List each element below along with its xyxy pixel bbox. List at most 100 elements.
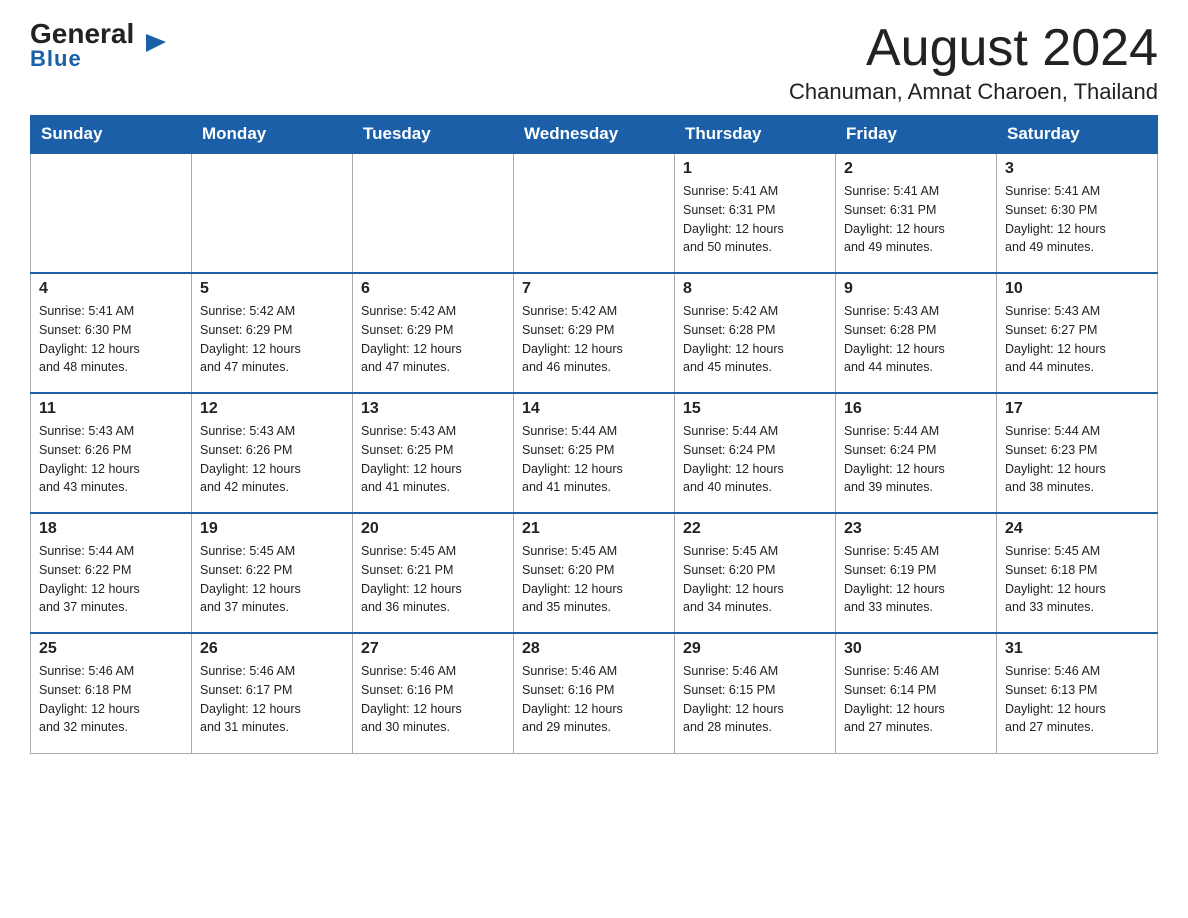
day-info: Sunrise: 5:42 AMSunset: 6:29 PMDaylight:… [361, 302, 505, 377]
calendar-cell [192, 153, 353, 273]
calendar-cell: 25Sunrise: 5:46 AMSunset: 6:18 PMDayligh… [31, 633, 192, 753]
day-info: Sunrise: 5:43 AMSunset: 6:26 PMDaylight:… [200, 422, 344, 497]
calendar-cell: 9 Sunrise: 5:43 AMSunset: 6:28 PMDaylight… [836, 273, 997, 393]
day-info: Sunrise: 5:45 AMSunset: 6:18 PMDaylight:… [1005, 542, 1149, 617]
day-info: Sunrise: 5:46 AMSunset: 6:17 PMDaylight:… [200, 662, 344, 737]
day-number: 22 [683, 520, 827, 538]
col-header-monday: Monday [192, 116, 353, 154]
calendar-cell: 22 Sunrise: 5:45 AMSunset: 6:20 PMDayligh… [675, 513, 836, 633]
day-number: 4 [39, 280, 183, 298]
day-info: Sunrise: 5:46 AMSunset: 6:16 PMDaylight:… [361, 662, 505, 737]
calendar-cell: 18 Sunrise: 5:44 AMSunset: 6:22 PMDayligh… [31, 513, 192, 633]
day-number: 13 [361, 400, 505, 418]
day-info: Sunrise: 5:44 AMSunset: 6:22 PMDaylight:… [39, 542, 183, 617]
day-info: Sunrise: 5:45 AMSunset: 6:21 PMDaylight:… [361, 542, 505, 617]
week-row-3: 11 Sunrise: 5:43 AMSunset: 6:26 PMDayligh… [31, 393, 1158, 513]
col-header-saturday: Saturday [997, 116, 1158, 154]
day-info: Sunrise: 5:43 AMSunset: 6:28 PMDaylight:… [844, 302, 988, 377]
day-number: 2 [844, 160, 988, 178]
day-info: Sunrise: 5:45 AMSunset: 6:19 PMDaylight:… [844, 542, 988, 617]
calendar-cell: 28Sunrise: 5:46 AMSunset: 6:16 PMDayligh… [514, 633, 675, 753]
day-info: Sunrise: 5:44 AMSunset: 6:25 PMDaylight:… [522, 422, 666, 497]
month-title: August 2024 [789, 20, 1158, 77]
calendar-cell: 15 Sunrise: 5:44 AMSunset: 6:24 PMDayligh… [675, 393, 836, 513]
day-number: 30 [844, 640, 988, 658]
calendar-cell: 3 Sunrise: 5:41 AMSunset: 6:30 PMDaylight… [997, 153, 1158, 273]
calendar-cell [353, 153, 514, 273]
day-number: 16 [844, 400, 988, 418]
day-number: 17 [1005, 400, 1149, 418]
calendar-header-row: SundayMondayTuesdayWednesdayThursdayFrid… [31, 116, 1158, 154]
calendar-cell: 30 Sunrise: 5:46 AMSunset: 6:14 PMDayligh… [836, 633, 997, 753]
calendar-cell: 26 Sunrise: 5:46 AMSunset: 6:17 PMDayligh… [192, 633, 353, 753]
day-info: Sunrise: 5:44 AMSunset: 6:24 PMDaylight:… [683, 422, 827, 497]
day-number: 21 [522, 520, 666, 538]
day-number: 31 [1005, 640, 1149, 658]
day-number: 14 [522, 400, 666, 418]
col-header-wednesday: Wednesday [514, 116, 675, 154]
day-number: 11 [39, 400, 183, 418]
day-info: Sunrise: 5:43 AMSunset: 6:26 PMDaylight:… [39, 422, 183, 497]
calendar-table: SundayMondayTuesdayWednesdayThursdayFrid… [30, 115, 1158, 754]
calendar-cell: 17 Sunrise: 5:44 AMSunset: 6:23 PMDayligh… [997, 393, 1158, 513]
calendar-cell [514, 153, 675, 273]
col-header-tuesday: Tuesday [353, 116, 514, 154]
day-number: 24 [1005, 520, 1149, 538]
calendar-cell: 23 Sunrise: 5:45 AMSunset: 6:19 PMDayligh… [836, 513, 997, 633]
col-header-friday: Friday [836, 116, 997, 154]
day-number: 3 [1005, 160, 1149, 178]
day-info: Sunrise: 5:42 AMSunset: 6:28 PMDaylight:… [683, 302, 827, 377]
calendar-cell: 31 Sunrise: 5:46 AMSunset: 6:13 PMDayligh… [997, 633, 1158, 753]
day-number: 23 [844, 520, 988, 538]
week-row-1: 1 Sunrise: 5:41 AMSunset: 6:31 PMDaylight… [31, 153, 1158, 273]
week-row-5: 25Sunrise: 5:46 AMSunset: 6:18 PMDayligh… [31, 633, 1158, 753]
day-info: Sunrise: 5:41 AMSunset: 6:30 PMDaylight:… [1005, 182, 1149, 257]
calendar-cell: 27 Sunrise: 5:46 AMSunset: 6:16 PMDayligh… [353, 633, 514, 753]
day-info: Sunrise: 5:46 AMSunset: 6:14 PMDaylight:… [844, 662, 988, 737]
day-number: 9 [844, 280, 988, 298]
calendar-cell: 12 Sunrise: 5:43 AMSunset: 6:26 PMDayligh… [192, 393, 353, 513]
title-area: August 2024 Chanuman, Amnat Charoen, Tha… [789, 20, 1158, 105]
calendar-cell: 21Sunrise: 5:45 AMSunset: 6:20 PMDayligh… [514, 513, 675, 633]
calendar-cell: 20Sunrise: 5:45 AMSunset: 6:21 PMDayligh… [353, 513, 514, 633]
calendar-cell: 19 Sunrise: 5:45 AMSunset: 6:22 PMDayligh… [192, 513, 353, 633]
day-number: 26 [200, 640, 344, 658]
day-number: 7 [522, 280, 666, 298]
calendar-cell: 16 Sunrise: 5:44 AMSunset: 6:24 PMDayligh… [836, 393, 997, 513]
day-number: 25 [39, 640, 183, 658]
day-info: Sunrise: 5:44 AMSunset: 6:23 PMDaylight:… [1005, 422, 1149, 497]
day-info: Sunrise: 5:42 AMSunset: 6:29 PMDaylight:… [522, 302, 666, 377]
calendar-cell: 4 Sunrise: 5:41 AMSunset: 6:30 PMDaylight… [31, 273, 192, 393]
day-info: Sunrise: 5:44 AMSunset: 6:24 PMDaylight:… [844, 422, 988, 497]
calendar-cell: 13Sunrise: 5:43 AMSunset: 6:25 PMDayligh… [353, 393, 514, 513]
location-title: Chanuman, Amnat Charoen, Thailand [789, 79, 1158, 105]
day-number: 18 [39, 520, 183, 538]
calendar-cell: 14 Sunrise: 5:44 AMSunset: 6:25 PMDayligh… [514, 393, 675, 513]
day-number: 19 [200, 520, 344, 538]
calendar-cell: 10Sunrise: 5:43 AMSunset: 6:27 PMDayligh… [997, 273, 1158, 393]
day-number: 1 [683, 160, 827, 178]
day-info: Sunrise: 5:46 AMSunset: 6:13 PMDaylight:… [1005, 662, 1149, 737]
day-info: Sunrise: 5:41 AMSunset: 6:31 PMDaylight:… [844, 182, 988, 257]
day-info: Sunrise: 5:41 AMSunset: 6:31 PMDaylight:… [683, 182, 827, 257]
day-number: 29 [683, 640, 827, 658]
week-row-2: 4 Sunrise: 5:41 AMSunset: 6:30 PMDaylight… [31, 273, 1158, 393]
col-header-sunday: Sunday [31, 116, 192, 154]
day-info: Sunrise: 5:46 AMSunset: 6:16 PMDaylight:… [522, 662, 666, 737]
day-number: 15 [683, 400, 827, 418]
day-info: Sunrise: 5:46 AMSunset: 6:15 PMDaylight:… [683, 662, 827, 737]
calendar-cell: 7 Sunrise: 5:42 AMSunset: 6:29 PMDaylight… [514, 273, 675, 393]
logo-area: General Blue [30, 20, 145, 72]
calendar-cell: 5Sunrise: 5:42 AMSunset: 6:29 PMDaylight… [192, 273, 353, 393]
week-row-4: 18 Sunrise: 5:44 AMSunset: 6:22 PMDayligh… [31, 513, 1158, 633]
logo-triangle-icon [146, 34, 166, 56]
col-header-thursday: Thursday [675, 116, 836, 154]
day-info: Sunrise: 5:45 AMSunset: 6:20 PMDaylight:… [683, 542, 827, 617]
day-number: 12 [200, 400, 344, 418]
day-info: Sunrise: 5:45 AMSunset: 6:22 PMDaylight:… [200, 542, 344, 617]
calendar-cell: 8Sunrise: 5:42 AMSunset: 6:28 PMDaylight… [675, 273, 836, 393]
day-info: Sunrise: 5:41 AMSunset: 6:30 PMDaylight:… [39, 302, 183, 377]
calendar-cell: 1 Sunrise: 5:41 AMSunset: 6:31 PMDaylight… [675, 153, 836, 273]
logo-general: General [30, 20, 134, 48]
day-number: 27 [361, 640, 505, 658]
